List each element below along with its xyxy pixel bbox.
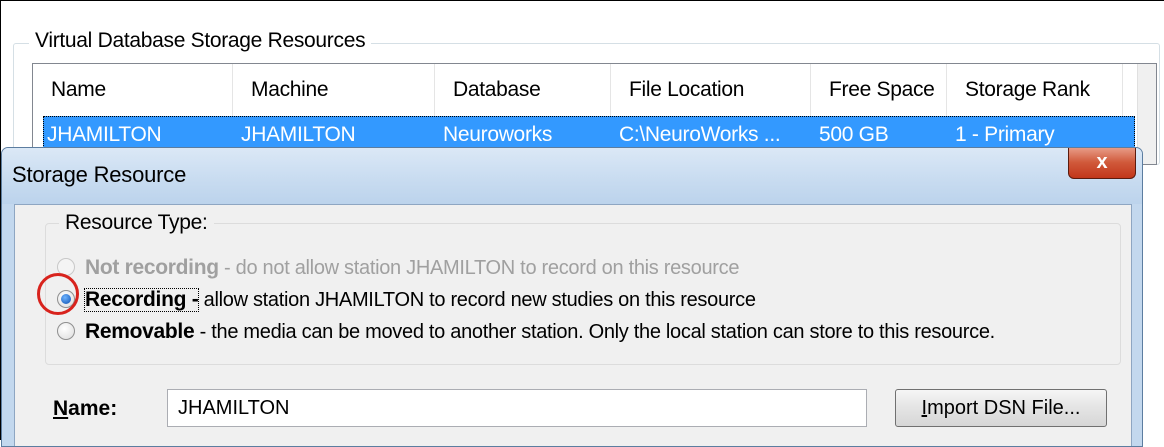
column-header-name[interactable]: Name xyxy=(33,64,233,116)
option-desc-recording: allow station JHAMILTON to record new st… xyxy=(198,289,756,311)
name-field[interactable] xyxy=(167,389,867,427)
option-desc-removable: - the media can be moved to another stat… xyxy=(194,321,996,343)
screenshot-frame: Virtual Database Storage Resources Name … xyxy=(0,0,1164,447)
list-header: Name Machine Database File Location Free… xyxy=(33,64,1156,116)
column-header-machine[interactable]: Machine xyxy=(233,64,435,116)
option-title-removable[interactable]: Removable xyxy=(85,320,195,343)
dialog-client-area: Resource Type: Not recording - do not al… xyxy=(14,204,1132,446)
column-header-file-location[interactable]: File Location xyxy=(611,64,811,116)
dialog-title-bar[interactable]: Storage Resource x xyxy=(2,148,1142,204)
storage-resources-group-title: Virtual Database Storage Resources xyxy=(29,29,372,53)
option-title-not-recording: Not recording xyxy=(85,256,219,279)
resource-type-label: Resource Type: xyxy=(59,211,214,235)
import-dsn-file-button[interactable]: Import DSN File... xyxy=(895,389,1107,427)
option-desc-not-recording: - do not allow station JHAMILTON to reco… xyxy=(218,257,740,279)
option-title-recording[interactable]: Recording xyxy=(85,288,186,311)
close-button[interactable]: x xyxy=(1068,148,1136,179)
column-header-database[interactable]: Database xyxy=(435,64,611,116)
storage-resource-dialog: Storage Resource x Resource Type: Not re… xyxy=(1,147,1143,447)
dialog-title: Storage Resource xyxy=(12,162,187,187)
annotation-highlight-circle xyxy=(37,273,79,315)
radio-button-removable[interactable] xyxy=(57,322,75,340)
column-header-storage-rank[interactable]: Storage Rank xyxy=(947,64,1123,116)
name-field-label: Name: xyxy=(53,397,118,420)
close-icon: x xyxy=(1096,151,1108,173)
column-header-free-space[interactable]: Free Space xyxy=(811,64,947,116)
